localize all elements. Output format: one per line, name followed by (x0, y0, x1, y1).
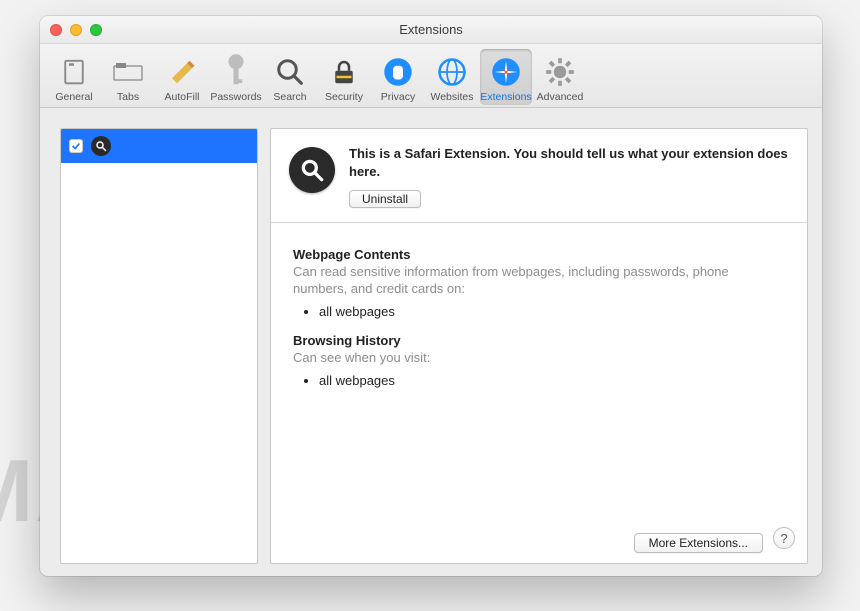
sidebar-item[interactable] (61, 129, 257, 163)
tab-label: Websites (431, 91, 474, 103)
traffic-lights (50, 24, 102, 36)
tab-label: Search (273, 91, 306, 103)
uninstall-button[interactable]: Uninstall (349, 190, 421, 208)
permission-description: Can read sensitive information from webp… (293, 264, 785, 298)
detail-footer: More Extensions... ? (634, 523, 795, 553)
tab-label: Tabs (117, 91, 139, 103)
extension-description: This is a Safari Extension. You should t… (349, 145, 789, 180)
tab-label: AutoFill (164, 91, 199, 103)
tab-label: Advanced (537, 91, 584, 103)
privacy-icon (383, 57, 413, 87)
security-icon (329, 57, 359, 87)
zoom-icon[interactable] (90, 24, 102, 36)
magnifier-icon (91, 136, 111, 156)
extensions-sidebar (60, 128, 258, 564)
permission-list: all webpages (293, 304, 785, 319)
titlebar: Extensions (40, 16, 822, 44)
preferences-toolbar: General Tabs AutoFill Passwords Search (40, 44, 822, 108)
enable-checkbox[interactable] (69, 139, 83, 153)
tab-advanced[interactable]: Advanced (534, 49, 586, 105)
more-extensions-button[interactable]: More Extensions... (634, 533, 763, 553)
tab-general[interactable]: General (48, 49, 100, 105)
close-icon[interactable] (50, 24, 62, 36)
content-area: This is a Safari Extension. You should t… (40, 108, 822, 576)
list-item: all webpages (319, 304, 785, 319)
permission-description: Can see when you visit: (293, 350, 785, 367)
permissions-section: Webpage Contents Can read sensitive info… (271, 223, 807, 426)
detail-header: This is a Safari Extension. You should t… (271, 129, 807, 223)
tab-websites[interactable]: Websites (426, 49, 478, 105)
extension-detail: This is a Safari Extension. You should t… (270, 128, 808, 564)
permission-heading: Webpage Contents (293, 247, 785, 262)
tab-privacy[interactable]: Privacy (372, 49, 424, 105)
general-icon (59, 57, 89, 87)
extensions-icon (491, 57, 521, 87)
tab-security[interactable]: Security (318, 49, 370, 105)
tabs-icon (113, 57, 143, 87)
autofill-icon (167, 57, 197, 87)
list-item: all webpages (319, 373, 785, 388)
permission-heading: Browsing History (293, 333, 785, 348)
window-title: Extensions (399, 22, 463, 37)
tab-label: Security (325, 91, 363, 103)
magnifier-icon (289, 147, 335, 193)
tab-autofill[interactable]: AutoFill (156, 49, 208, 105)
tab-search[interactable]: Search (264, 49, 316, 105)
passwords-icon (221, 57, 251, 87)
tab-label: Privacy (381, 91, 415, 103)
permission-list: all webpages (293, 373, 785, 388)
tab-label: Passwords (210, 91, 261, 103)
tab-passwords[interactable]: Passwords (210, 49, 262, 105)
preferences-window: Extensions General Tabs AutoFill Pa (40, 16, 822, 576)
websites-icon (437, 57, 467, 87)
tab-extensions[interactable]: Extensions (480, 49, 532, 105)
minimize-icon[interactable] (70, 24, 82, 36)
help-button[interactable]: ? (773, 527, 795, 549)
tab-label: Extensions (480, 91, 531, 103)
tab-label: General (55, 91, 92, 103)
tab-tabs[interactable]: Tabs (102, 49, 154, 105)
search-icon (275, 57, 305, 87)
advanced-icon (545, 57, 575, 87)
